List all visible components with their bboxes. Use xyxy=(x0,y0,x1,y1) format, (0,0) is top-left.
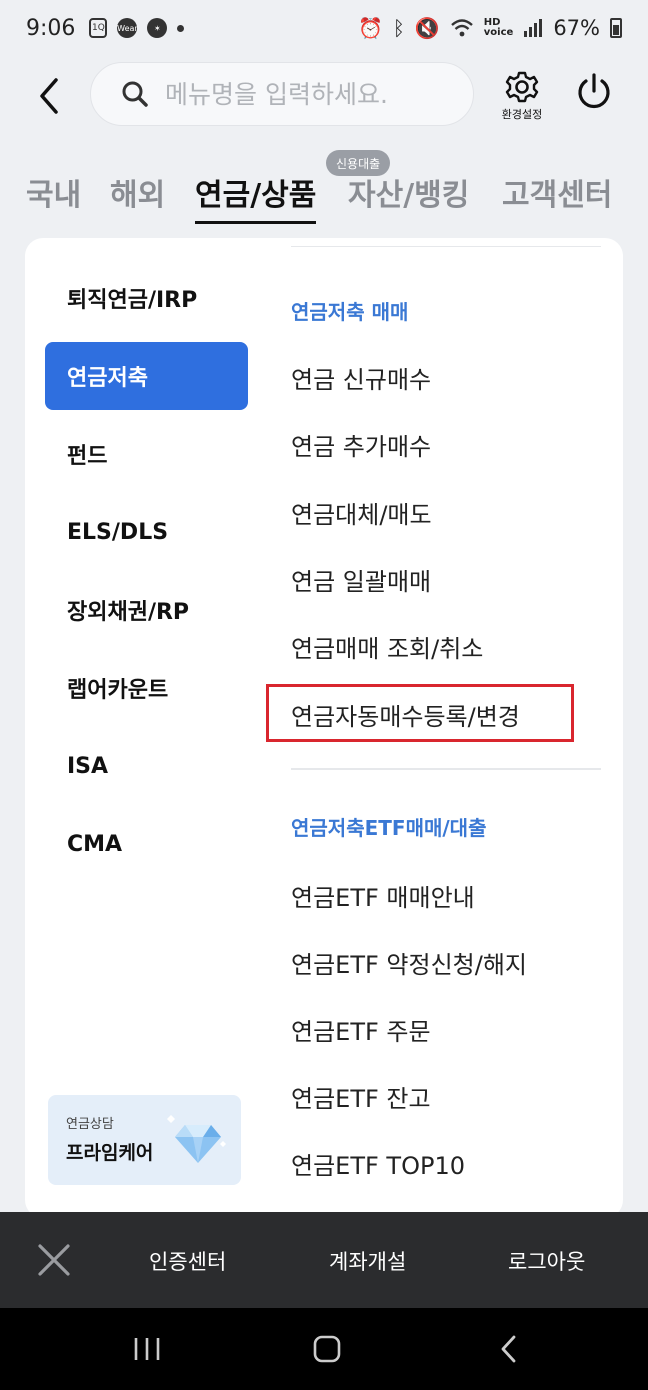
signal-icon xyxy=(524,19,543,37)
settings-button[interactable]: 환경설정 xyxy=(494,70,550,134)
left-item-cma[interactable]: CMA xyxy=(45,810,248,878)
bottom-action-bar: 인증센터 계좌개설 로그아웃 xyxy=(0,1212,648,1308)
close-icon[interactable] xyxy=(36,1242,72,1278)
app-1q-icon: 1Q xyxy=(89,18,108,38)
left-item-pension-savings[interactable]: 연금저축 xyxy=(45,342,248,410)
open-account-button[interactable]: 계좌개설 xyxy=(329,1246,406,1276)
top-divider xyxy=(291,246,601,247)
prime-care-banner[interactable]: 연금상담 프라임케어 xyxy=(48,1095,241,1185)
wear-icon: Wear xyxy=(117,18,138,38)
diamond-icon xyxy=(167,1115,226,1163)
header: 환경설정 xyxy=(0,56,648,142)
section-title-pension-trading: 연금저축 매매 xyxy=(291,300,409,324)
recent-apps-icon[interactable] xyxy=(132,1332,162,1366)
tab-overseas[interactable]: 해외 xyxy=(110,170,165,214)
left-item-isa[interactable]: ISA xyxy=(45,732,248,800)
menu-link-etf-top10[interactable]: 연금ETF TOP10 xyxy=(291,1146,465,1181)
left-item-retirement-irp[interactable]: 퇴직연금/IRP xyxy=(45,264,248,332)
alarm-icon: ⏰ xyxy=(357,16,383,40)
wifi-icon xyxy=(450,19,473,37)
gear-icon xyxy=(505,71,539,103)
section-divider xyxy=(291,768,601,770)
search-input[interactable] xyxy=(165,79,445,109)
left-item-otc-bond-rp[interactable]: 장외채권/RP xyxy=(45,576,248,644)
system-nav-bar xyxy=(0,1308,648,1390)
battery-percent: 67% xyxy=(553,16,600,40)
left-item-els-dls[interactable]: ELS/DLS xyxy=(45,498,248,566)
battery-icon xyxy=(610,18,622,38)
menu-card: 퇴직연금/IRP 연금저축 펀드 ELS/DLS 장외채권/RP 랩어카운트 I… xyxy=(25,238,623,1218)
left-menu: 퇴직연금/IRP 연금저축 펀드 ELS/DLS 장외채권/RP 랩어카운트 I… xyxy=(25,238,265,1218)
menu-link-bulk-trade[interactable]: 연금 일괄매매 xyxy=(291,562,431,597)
category-tabs: 신용대출 국내 해외 연금/상품 자산/뱅킹 고객센터 xyxy=(0,150,648,230)
menu-link-trade-inquiry-cancel[interactable]: 연금매매 조회/취소 xyxy=(291,629,483,664)
tab-domestic[interactable]: 국내 xyxy=(26,170,81,214)
cert-center-button[interactable]: 인증센터 xyxy=(149,1246,226,1276)
menu-link-etf-order[interactable]: 연금ETF 주문 xyxy=(291,1012,431,1047)
menu-link-new-buy[interactable]: 연금 신규매수 xyxy=(291,360,431,395)
menu-link-additional-buy[interactable]: 연금 추가매수 xyxy=(291,427,431,462)
section-title-pension-etf: 연금저축ETF매매/대출 xyxy=(291,816,487,840)
link-icon: ✶ xyxy=(147,18,168,38)
status-bar: 9:06 1Q Wear ✶ ⏰ ᛒ 🔇 HD voice 67% xyxy=(0,0,648,56)
menu-link-etf-agreement[interactable]: 연금ETF 약정신청/해지 xyxy=(291,945,527,980)
menu-link-etf-guide[interactable]: 연금ETF 매매안내 xyxy=(291,878,475,913)
mute-icon: 🔇 xyxy=(414,16,440,40)
highlight-box xyxy=(266,684,574,742)
notification-dot-icon xyxy=(177,24,185,32)
settings-label: 환경설정 xyxy=(501,108,543,121)
status-time: 9:06 xyxy=(26,15,76,41)
home-icon[interactable] xyxy=(310,1332,344,1366)
tab-assets-banking[interactable]: 자산/뱅킹 xyxy=(348,170,469,214)
search-box[interactable] xyxy=(90,62,474,126)
back-icon[interactable] xyxy=(30,76,70,116)
menu-link-etf-balance[interactable]: 연금ETF 잔고 xyxy=(291,1079,431,1114)
search-icon xyxy=(122,81,148,107)
menu-link-transfer-sell[interactable]: 연금대체/매도 xyxy=(291,495,432,530)
hd-voice-icon: HD voice xyxy=(483,17,514,38)
back-nav-icon[interactable] xyxy=(496,1332,522,1366)
logout-button[interactable]: 로그아웃 xyxy=(508,1246,585,1276)
power-icon[interactable] xyxy=(574,72,614,112)
bluetooth-icon: ᛒ xyxy=(392,16,405,40)
tab-pension-products[interactable]: 연금/상품 xyxy=(195,170,317,224)
left-item-fund[interactable]: 펀드 xyxy=(45,420,248,488)
tab-customer-center[interactable]: 고객센터 xyxy=(502,170,612,214)
left-item-wrap-account[interactable]: 랩어카운트 xyxy=(45,654,248,722)
